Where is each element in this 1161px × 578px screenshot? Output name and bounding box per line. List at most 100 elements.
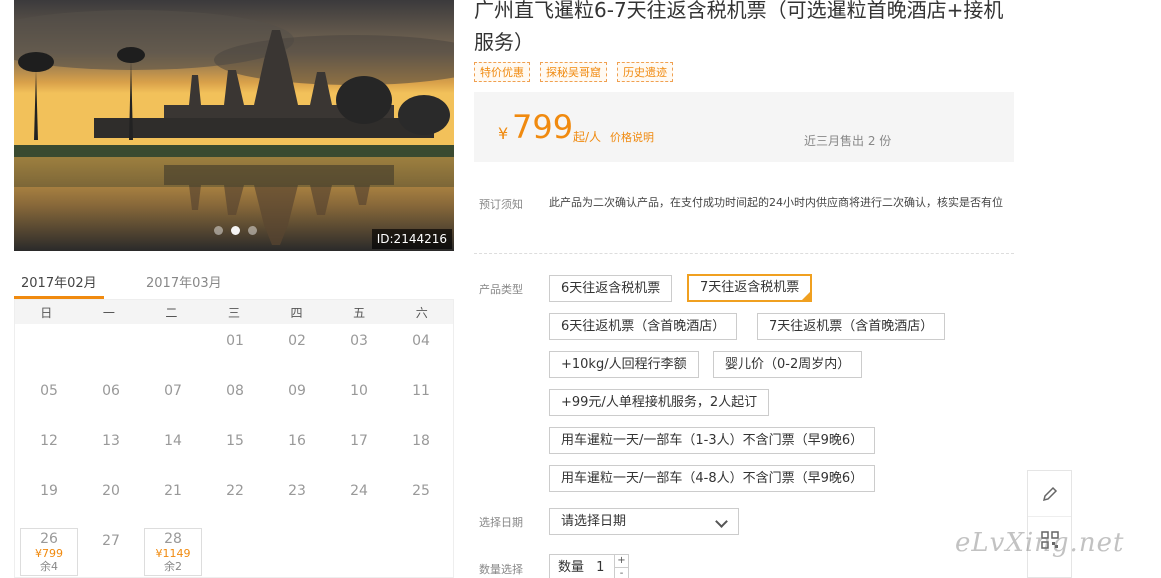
calendar-day-stock: 余2 — [164, 560, 182, 573]
calendar-day-price: ¥799 — [35, 547, 63, 560]
weekday-label: 六 — [415, 305, 428, 320]
calendar-day: 27 — [80, 524, 142, 574]
calendar-day-number: 09 — [288, 383, 306, 399]
calendar-day: 24 — [328, 474, 390, 524]
option-car-1-3[interactable]: 用车暹粒一天/一部车（1-3人）不含门票（早9晚6） — [549, 427, 876, 454]
calendar-day: 12 — [18, 424, 80, 474]
price-value: 799 — [512, 108, 574, 146]
calendar-day-number: 08 — [226, 383, 244, 399]
calendar-day-number: 16 — [288, 433, 306, 449]
weekday-label: 四 — [290, 305, 303, 320]
chevron-down-icon — [715, 515, 728, 528]
product-tags: 特价优惠 探秘吴哥窟 历史遗迹 — [474, 62, 673, 82]
quantity-value[interactable]: 1 — [596, 560, 604, 575]
divider — [474, 253, 1014, 254]
calendar-day: 25 — [390, 474, 452, 524]
calendar-day-number: 18 — [412, 433, 430, 449]
tag-badge[interactable]: 特价优惠 — [474, 62, 530, 82]
weekday-label: 五 — [353, 305, 366, 320]
calendar-day-number: 17 — [350, 433, 368, 449]
calendar-day-number: 10 — [350, 383, 368, 399]
calendar-day-number: 21 — [164, 483, 182, 499]
watermark: eLvXing.net — [955, 528, 1125, 558]
calendar-day-number: 20 — [102, 483, 120, 499]
product-photo[interactable]: ID:2144216 — [14, 0, 454, 251]
calendar-day[interactable]: 28 ¥1149 余2 — [144, 528, 202, 576]
quantity-plus-button[interactable]: + — [614, 555, 628, 568]
calendar-day: 13 — [80, 424, 142, 474]
active-tab-indicator — [14, 296, 104, 299]
calendar-day: 09 — [266, 374, 328, 424]
calendar-day-number: 25 — [412, 483, 430, 499]
tab-month-feb[interactable]: 2017年02月 — [21, 272, 97, 291]
calendar-day: 11 — [390, 374, 452, 424]
calendar-day: 15 — [204, 424, 266, 474]
calendar-day: 02 — [266, 324, 328, 374]
date-select[interactable]: 请选择日期 — [549, 508, 739, 535]
calendar-day[interactable]: 26 ¥799 余4 — [20, 528, 78, 576]
option-7day-ticket[interactable]: 7天往返含税机票 — [687, 274, 813, 302]
carousel-dot[interactable] — [214, 226, 223, 235]
calendar-day: 06 — [80, 374, 142, 424]
quantity-prefix: 数量 — [558, 560, 585, 575]
calendar-day-number: 06 — [102, 383, 120, 399]
date-label: 选择日期 — [479, 516, 523, 529]
option-7day-hotel[interactable]: 7天往返机票（含首晚酒店） — [757, 313, 946, 340]
calendar-day: 23 — [266, 474, 328, 524]
calendar-day: 05 — [18, 374, 80, 424]
calendar-day: 18 — [390, 424, 452, 474]
calendar-day: 20 — [80, 474, 142, 524]
calendar-day: 19 — [18, 474, 80, 524]
calendar-day-price: ¥1149 — [155, 547, 191, 560]
calendar-day-number: 26 — [40, 531, 58, 547]
photo-id-badge: ID:2144216 — [371, 229, 452, 249]
tag-badge[interactable]: 历史遗迹 — [617, 62, 673, 82]
product-type-label: 产品类型 — [479, 283, 523, 296]
option-6day-ticket[interactable]: 6天往返含税机票 — [549, 275, 673, 302]
tag-badge[interactable]: 探秘吴哥窟 — [540, 62, 607, 82]
weekday-label: 一 — [102, 305, 115, 320]
calendar-day-number: 14 — [164, 433, 182, 449]
calendar-day: 07 — [142, 374, 204, 424]
carousel-dot[interactable] — [231, 226, 240, 235]
pencil-icon — [1042, 486, 1057, 501]
calendar-day-number: 24 — [350, 483, 368, 499]
calendar-day-stock: 余4 — [40, 560, 58, 573]
calendar-day: 04 — [390, 324, 452, 374]
calendar-day: 03 — [328, 324, 390, 374]
option-car-4-8[interactable]: 用车暹粒一天/一部车（4-8人）不含门票（早9晚6） — [549, 465, 876, 492]
weekday-label: 二 — [165, 305, 178, 320]
calendar-day-number: 02 — [288, 333, 306, 349]
notice-label: 预订须知 — [479, 198, 523, 211]
quantity-label: 数量选择 — [479, 563, 523, 576]
tab-month-mar[interactable]: 2017年03月 — [146, 272, 222, 291]
option-6day-hotel[interactable]: 6天往返机票（含首晚酒店） — [549, 313, 738, 340]
calendar-day-number: 04 — [412, 333, 430, 349]
quantity-stepper: 数量 1 + - — [549, 554, 629, 578]
calendar-day-number: 07 — [164, 383, 182, 399]
quantity-minus-button[interactable]: - — [614, 568, 628, 578]
price-currency: ¥ — [498, 124, 509, 143]
carousel-dot[interactable] — [248, 226, 257, 235]
option-airport-pickup[interactable]: +99元/人单程接机服务，2人起订 — [549, 389, 770, 416]
calendar-empty-cell — [18, 324, 80, 374]
sold-count: 近三月售出 2 份 — [804, 134, 892, 148]
option-luggage[interactable]: +10kg/人回程行李额 — [549, 351, 699, 378]
weekday-label: 日 — [40, 305, 53, 320]
product-title: 广州直飞暹粒6-7天往返含税机票（可选暹粒首晚酒店+接机服务） — [474, 0, 1004, 54]
calendar-day-number: 01 — [226, 333, 244, 349]
calendar-day: 08 — [204, 374, 266, 424]
calendar-day: 01 — [204, 324, 266, 374]
calendar-day-number: 05 — [40, 383, 58, 399]
calendar-day-number: 19 — [40, 483, 58, 499]
angkor-wat-image — [14, 0, 454, 251]
calendar-day: 17 — [328, 424, 390, 474]
calendar-weekday-header: 日 一 二 三 四 五 六 — [15, 300, 453, 324]
price-explanation-link[interactable]: 价格说明 — [610, 129, 654, 145]
calendar-day-number: 13 — [102, 433, 120, 449]
price-box: ¥ 799 起/人 价格说明 近三月售出 2 份 — [474, 92, 1014, 162]
calendar-day-number: 22 — [226, 483, 244, 499]
feedback-button[interactable] — [1028, 471, 1071, 517]
option-infant[interactable]: 婴儿价（0-2周岁内） — [713, 351, 863, 378]
date-select-placeholder: 请选择日期 — [561, 514, 627, 529]
